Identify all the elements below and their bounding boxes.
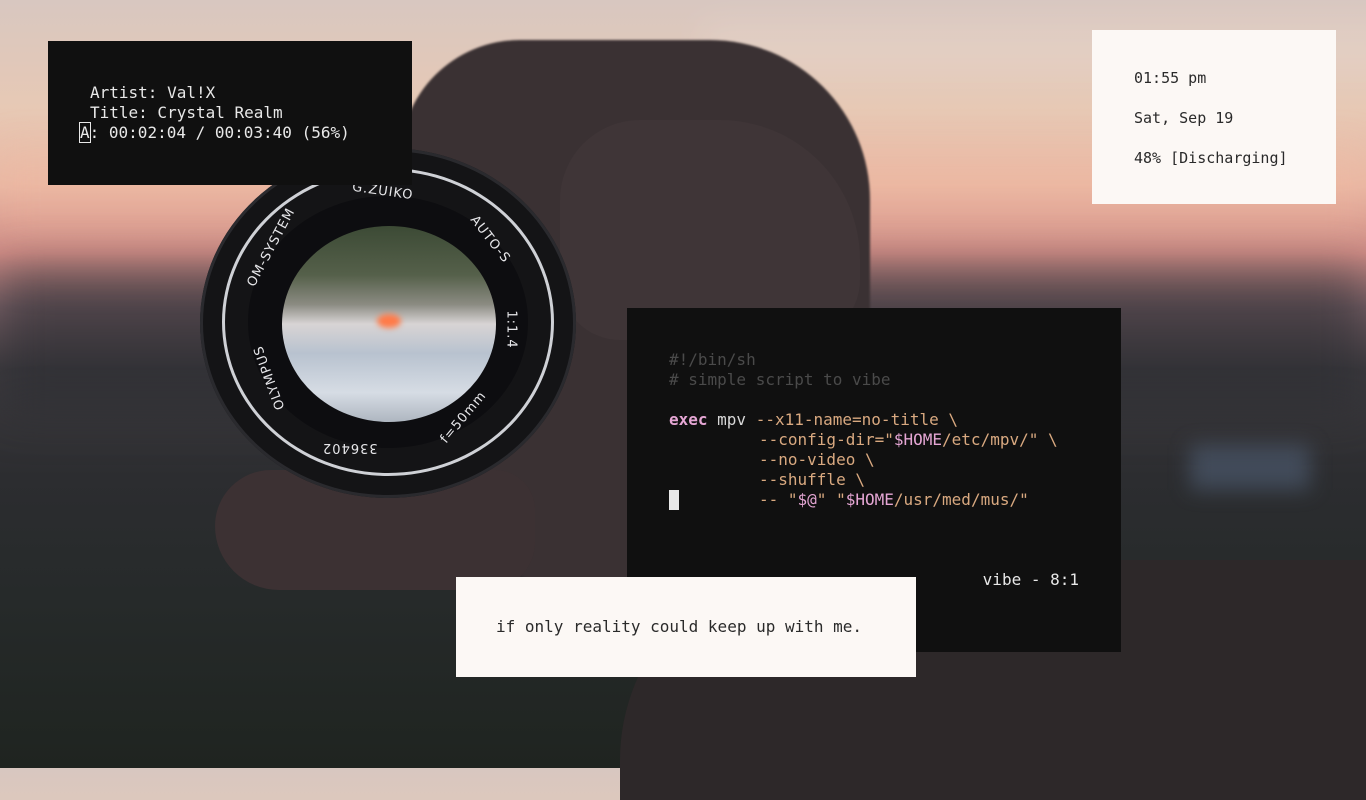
clock-date: Sat, Sep 19 [1134, 109, 1234, 127]
code-command: mpv [707, 410, 756, 429]
lens-label-serial: 336402 [322, 440, 378, 455]
code-flag: --shuffle \ [759, 470, 865, 489]
code-flag: -- " [759, 490, 798, 509]
code-args-line: -- "$@" "$HOME/usr/med/mus/" [669, 490, 1121, 510]
terminal-cursor: A [79, 122, 91, 143]
now-playing-panel: Artist: Val!X Title: Crystal Realm A: 00… [48, 41, 412, 185]
code-string: /etc/mpv/" \ [942, 430, 1058, 449]
lens-label-aperture: 1:1.4 [503, 310, 519, 349]
now-playing-artist: Artist: Val!X [90, 83, 216, 102]
code-variable: $HOME [893, 430, 943, 449]
code-string: " " [816, 490, 846, 509]
code-shebang: #!/bin/sh [669, 350, 756, 369]
editor-status: vibe - 8:1 [982, 570, 1079, 589]
now-playing-title: Title: Crystal Realm [90, 103, 283, 122]
background-blur-light [1190, 445, 1310, 490]
now-playing-progress: : 00:02:04 / 00:03:40 (56%) [89, 123, 350, 142]
code-flag: --x11-name=no-title \ [755, 410, 958, 429]
code-string: /usr/med/mus/" [893, 490, 1029, 509]
code-comment: # simple script to vibe [669, 370, 891, 389]
code-flag: --config-dir=" [759, 430, 894, 449]
quote-panel: if only reality could keep up with me. [456, 577, 916, 677]
clock-time: 01:55 pm [1134, 69, 1207, 87]
now-playing-progress-line: A: 00:02:04 / 00:03:40 (56%) [79, 122, 412, 143]
quote-text: if only reality could keep up with me. [496, 617, 863, 636]
code-config-line: --config-dir="$HOME/etc/mpv/" \ [669, 430, 1121, 450]
lens-glass [282, 226, 496, 422]
code-shuffle-line: --shuffle \ [669, 470, 1121, 490]
code-exec-line: exec mpv --x11-name=no-title \ [669, 410, 1121, 430]
code-novideo-line: --no-video \ [669, 450, 1121, 470]
battery-status: 48% [Discharging] [1134, 149, 1288, 167]
editor-cursor[interactable] [669, 490, 679, 510]
code-variable: $@ [797, 490, 817, 509]
status-panel: 01:55 pm Sat, Sep 19 48% [Discharging] [1092, 30, 1336, 204]
code-variable: $HOME [845, 490, 894, 509]
code-flag: --no-video \ [759, 450, 875, 469]
code-keyword: exec [669, 410, 708, 429]
sun-reflection [377, 314, 401, 328]
